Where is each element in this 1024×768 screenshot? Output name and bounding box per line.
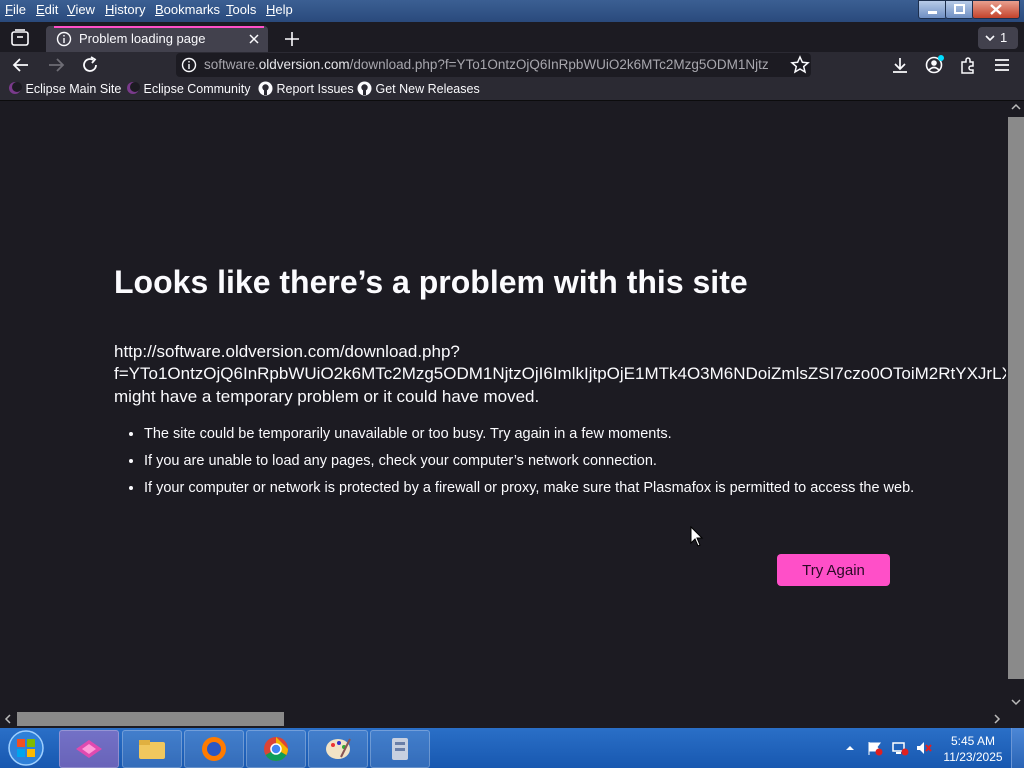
error-title: Looks like there’s a problem with this s… bbox=[114, 264, 748, 300]
bookmark-report-issues[interactable]: Report Issues bbox=[258, 81, 354, 96]
plasmafox-icon bbox=[76, 740, 102, 758]
bookmark-eclipse-community[interactable]: Eclipse Community bbox=[126, 81, 250, 96]
eclipse-icon bbox=[9, 82, 22, 94]
menu-file[interactable]: File bbox=[5, 2, 26, 17]
site-info-icon[interactable] bbox=[181, 57, 197, 73]
menu-tools[interactable]: Tools bbox=[226, 2, 256, 17]
back-arrow-icon[interactable] bbox=[11, 55, 31, 75]
volume-muted-icon[interactable] bbox=[915, 740, 933, 756]
tab-active-indicator bbox=[54, 26, 264, 28]
close-window-button[interactable] bbox=[972, 0, 1020, 19]
menu-edit[interactable]: Edit bbox=[36, 2, 58, 17]
chrome-icon bbox=[264, 737, 288, 762]
folder-icon bbox=[139, 740, 165, 759]
taskbar-app[interactable] bbox=[370, 730, 430, 768]
list-item: If your computer or network is protected… bbox=[144, 478, 924, 498]
tab-title: Problem loading page bbox=[79, 31, 206, 46]
list-item: If you are unable to load any pages, che… bbox=[144, 451, 924, 471]
clock-date: 11/23/2025 bbox=[943, 750, 1003, 764]
tab-count: 1 bbox=[1000, 30, 1008, 45]
bookmark-get-new-releases[interactable]: Get New Releases bbox=[357, 81, 480, 96]
forward-arrow-icon[interactable] bbox=[46, 55, 66, 75]
mouse-cursor-icon bbox=[690, 526, 704, 547]
menu-bar: File Edit View History Bookmarks Tools H… bbox=[0, 0, 1024, 22]
info-icon bbox=[56, 31, 72, 47]
scroll-right-icon[interactable] bbox=[992, 713, 1002, 725]
taskbar-paint[interactable] bbox=[308, 730, 368, 768]
hamburger-menu-icon[interactable] bbox=[992, 55, 1012, 75]
show-hidden-icons-icon[interactable] bbox=[845, 743, 855, 753]
taskbar-chrome[interactable] bbox=[246, 730, 306, 768]
taskbar-plasmafox[interactable] bbox=[59, 730, 119, 768]
try-again-button[interactable]: Try Again bbox=[777, 554, 890, 586]
scroll-up-icon[interactable] bbox=[1010, 102, 1022, 112]
close-tab-icon[interactable] bbox=[246, 31, 262, 47]
error-reasons-list: The site could be temporarily unavailabl… bbox=[114, 424, 924, 505]
clock-time: 5:45 AM bbox=[950, 734, 996, 748]
list-all-tabs-button[interactable]: 1 bbox=[978, 27, 1018, 49]
error-url-line-2: f=YTo1OntzOjQ6InRpbWUiO2k6MTc2Mzg5ODM1Nj… bbox=[114, 364, 1006, 383]
github-icon bbox=[258, 81, 273, 96]
taskbar-file-explorer[interactable] bbox=[122, 730, 182, 768]
extensions-icon[interactable] bbox=[958, 55, 978, 75]
minimize-icon bbox=[928, 11, 937, 14]
vertical-scroll-thumb[interactable] bbox=[1008, 117, 1024, 679]
download-icon[interactable] bbox=[890, 55, 910, 75]
firefox-view-icon[interactable] bbox=[9, 27, 31, 49]
star-icon[interactable] bbox=[790, 55, 810, 75]
account-icon[interactable] bbox=[924, 54, 946, 76]
restore-button[interactable] bbox=[945, 0, 974, 19]
bookmark-eclipse-main-site[interactable]: Eclipse Main Site bbox=[8, 81, 121, 96]
eclipse-icon bbox=[127, 82, 140, 94]
firefox-icon bbox=[202, 737, 226, 761]
chevron-down-icon bbox=[985, 35, 995, 42]
url-text[interactable]: software.oldversion.com/download.php?f=Y… bbox=[204, 57, 784, 72]
reload-icon[interactable] bbox=[80, 55, 100, 75]
github-icon bbox=[357, 81, 372, 96]
error-url-line-1: http://software.oldversion.com/download.… bbox=[114, 342, 460, 361]
menu-help[interactable]: Help bbox=[266, 2, 293, 17]
network-icon[interactable] bbox=[891, 740, 909, 756]
archive-icon bbox=[392, 738, 408, 760]
close-icon bbox=[990, 4, 1002, 15]
list-item: The site could be temporarily unavailabl… bbox=[144, 424, 924, 444]
scroll-left-icon[interactable] bbox=[3, 713, 13, 725]
start-button-icon[interactable] bbox=[6, 729, 46, 767]
system-clock[interactable]: 5:45 AM 11/23/2025 bbox=[940, 733, 1006, 765]
show-desktop-button[interactable] bbox=[1011, 728, 1024, 768]
restore-icon bbox=[954, 4, 965, 14]
new-tab-icon[interactable] bbox=[282, 29, 302, 49]
taskbar-firefox[interactable] bbox=[184, 730, 244, 768]
scroll-down-icon[interactable] bbox=[1010, 697, 1022, 707]
menu-view[interactable]: View bbox=[67, 2, 95, 17]
paint-palette-icon bbox=[326, 738, 351, 759]
minimize-button[interactable] bbox=[918, 0, 947, 19]
error-description: might have a temporary problem or it cou… bbox=[114, 387, 540, 406]
menu-bookmarks[interactable]: Bookmarks bbox=[155, 2, 220, 17]
action-center-flag-icon[interactable] bbox=[866, 740, 884, 756]
menu-history[interactable]: History bbox=[105, 2, 145, 17]
horizontal-scroll-thumb[interactable] bbox=[17, 712, 284, 726]
